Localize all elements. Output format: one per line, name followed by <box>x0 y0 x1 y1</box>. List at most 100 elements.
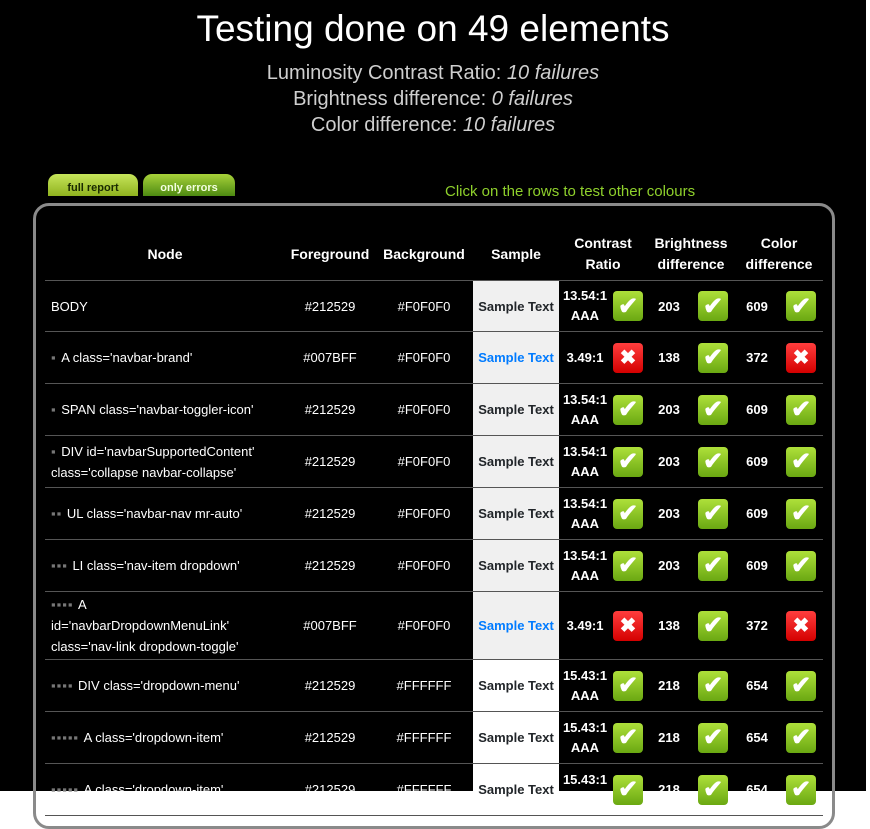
contrast-value: 3.49:1 <box>566 617 604 633</box>
contrast-grade: AAA <box>570 739 600 755</box>
contrast-grade: AAA <box>570 687 600 703</box>
node-text: A <box>78 597 87 612</box>
brightness-cell: 203 ✔ <box>647 383 735 436</box>
table-row[interactable]: ▪▪▪▪ DIV class='dropdown-menu' #212529 #FF… <box>45 659 823 712</box>
color-diff-cell-value: 372 <box>746 350 768 365</box>
contrast-cell: 3.49:1 ✖ <box>559 331 647 384</box>
check-icon: ✔ <box>786 722 816 753</box>
contrast-cell: 15.43:1 AAA ✔ <box>559 711 647 764</box>
background-cell: #F0F0F0 <box>375 435 473 488</box>
node-cell: BODY <box>45 280 285 332</box>
contrast-grade: AAA <box>570 567 600 583</box>
summary-color-label: Color difference: <box>310 114 458 136</box>
foreground-cell: #212529 <box>285 711 375 764</box>
table-row[interactable]: ▪ SPAN class='navbar-toggler-icon' #21252… <box>45 383 823 436</box>
table-row[interactable]: ▪ DIV id='navbarSupportedContent' class='… <box>45 435 823 488</box>
contrast-grade: AAA <box>570 411 600 427</box>
color-diff-cell-value: 372 <box>746 618 768 633</box>
brightness-cell: 203 ✔ <box>647 539 735 592</box>
table-row[interactable]: ▪▪ UL class='navbar-nav mr-auto' #212529 #… <box>45 487 823 540</box>
contrast-value: 13.54:1 <box>562 547 608 563</box>
check-icon: ✔ <box>786 446 816 477</box>
background-cell: #F0F0F0 <box>375 539 473 592</box>
check-icon: ✔ <box>786 394 816 425</box>
background-cell: #FFFFFF <box>375 763 473 816</box>
node-text: A class='dropdown-item' <box>83 730 224 745</box>
contrast-value: 15.43:1 <box>562 667 608 683</box>
depth-indicator: ▪▪ <box>51 506 67 521</box>
summary-brightness-label: Brightness difference: <box>293 88 487 110</box>
contrast-cell: 13.54:1 AAA ✔ <box>559 435 647 488</box>
sample-cell: Sample Text <box>473 763 559 816</box>
contrast-value: 13.54:1 <box>562 391 608 407</box>
node-text: A class='dropdown-item' <box>83 782 224 797</box>
brightness-cell: 218 ✔ <box>647 659 735 712</box>
rows-hint: Click on the rows to test other colours <box>445 183 696 200</box>
node-cell: ▪▪▪▪▪ A class='dropdown-item' <box>45 711 285 764</box>
brightness-cell: 218 ✔ <box>647 711 735 764</box>
tab-only-errors[interactable]: only errors <box>143 174 235 196</box>
depth-indicator: ▪▪▪▪▪ <box>51 730 84 745</box>
table-row[interactable]: ▪▪▪▪ Aid='navbarDropdownMenuLink' class='… <box>45 591 823 660</box>
brightness-cell: 218 ✔ <box>647 763 735 816</box>
contrast-cell: 13.54:1 AAA ✔ <box>559 539 647 592</box>
node-cell: ▪▪ UL class='navbar-nav mr-auto' <box>45 487 285 540</box>
check-icon: ✔ <box>698 291 728 321</box>
foreground-cell: #212529 <box>285 763 375 816</box>
foreground-cell: #212529 <box>285 435 375 488</box>
node-cell: ▪▪▪▪ Aid='navbarDropdownMenuLink' class='… <box>45 591 285 660</box>
table-row[interactable]: ▪▪▪▪▪ A class='dropdown-item' #212529 #FFF… <box>45 711 823 764</box>
col-contrast: Contrast Ratio <box>559 228 647 281</box>
table-row[interactable]: BODY #212529 #F0F0F0 Sample Text 13.54:1 AAA ✔… <box>45 280 823 332</box>
summary-color: Color difference: 10 failures <box>0 114 866 137</box>
brightness-cell-value: 138 <box>658 618 680 633</box>
depth-indicator: ▪ <box>51 350 62 365</box>
color-diff-cell-value: 609 <box>746 506 768 521</box>
col-brightness: Brightness difference <box>647 228 735 281</box>
color-diff-cell: 654 ✔ <box>735 763 823 816</box>
table-row[interactable]: ▪▪▪▪▪ A class='dropdown-item' #212529 #FFF… <box>45 763 823 816</box>
check-icon: ✔ <box>698 394 728 425</box>
brightness-cell-value: 203 <box>658 558 680 573</box>
node-cell: ▪▪▪ LI class='nav-item dropdown' <box>45 539 285 592</box>
tab-full-report[interactable]: full report <box>48 174 138 196</box>
table-row[interactable]: ▪ A class='navbar-brand' #007BFF #F0F0F0 Sa… <box>45 331 823 384</box>
summary-contrast-value: 10 failures <box>506 62 600 84</box>
node-text: DIV class='dropdown-menu' <box>78 678 240 693</box>
color-diff-cell: 654 ✔ <box>735 711 823 764</box>
depth-indicator: ▪ <box>51 443 62 459</box>
table-row[interactable]: ▪▪▪ LI class='nav-item dropdown' #212529 #… <box>45 539 823 592</box>
check-icon: ✔ <box>613 498 644 529</box>
foreground-cell: #212529 <box>285 659 375 712</box>
foreground-cell: #007BFF <box>285 331 375 384</box>
check-icon: ✔ <box>786 498 816 529</box>
foreground-cell: #212529 <box>285 383 375 436</box>
check-icon: ✔ <box>613 394 644 425</box>
check-icon: ✔ <box>613 774 644 805</box>
brightness-cell-value: 138 <box>658 350 680 365</box>
sample-cell: Sample Text <box>473 591 559 660</box>
contrast-value: 13.54:1 <box>562 288 608 303</box>
table-header-row: Node Foreground Background Sample Contra… <box>45 228 823 281</box>
depth-indicator: ▪▪▪▪▪ <box>51 782 84 797</box>
node-text: UL class='navbar-nav mr-auto' <box>66 506 243 521</box>
brightness-cell-value: 218 <box>658 678 680 693</box>
color-diff-cell-value: 654 <box>746 782 768 797</box>
depth-indicator: ▪▪▪▪ <box>51 678 79 693</box>
sample-cell: Sample Text <box>473 487 559 540</box>
check-icon: ✔ <box>698 342 728 373</box>
contrast-grade: AAA <box>570 463 600 479</box>
col-color: Color difference <box>735 228 823 281</box>
node-text: id='navbarDropdownMenuLink' <box>51 618 230 633</box>
background-cell: #F0F0F0 <box>375 591 473 660</box>
foreground-cell: #212529 <box>285 487 375 540</box>
col-background: Background <box>375 228 473 281</box>
contrast-cell: 15.43:1 AAA ✔ <box>559 659 647 712</box>
brightness-cell: 203 ✔ <box>647 487 735 540</box>
brightness-cell: 138 ✔ <box>647 331 735 384</box>
contrast-grade: AAA <box>570 791 600 807</box>
color-diff-cell: 609 ✔ <box>735 539 823 592</box>
brightness-cell: 138 ✔ <box>647 591 735 660</box>
cross-icon: ✖ <box>613 342 643 373</box>
color-diff-cell: 654 ✔ <box>735 659 823 712</box>
